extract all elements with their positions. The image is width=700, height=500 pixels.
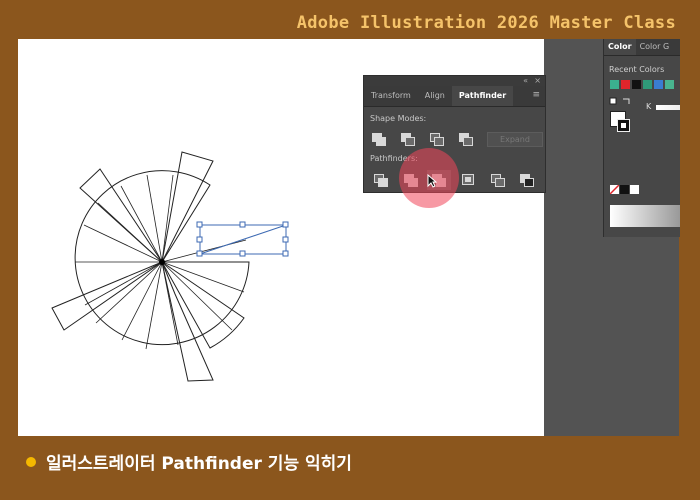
tab-pathfinder[interactable]: Pathfinder — [451, 86, 514, 106]
unite-button[interactable] — [372, 133, 388, 147]
none-color-icon[interactable] — [610, 185, 619, 194]
expand-button[interactable]: Expand — [487, 132, 543, 147]
wedge-large-bottom-right — [161, 261, 245, 349]
color-spectrum[interactable] — [610, 205, 680, 227]
intersect-button[interactable] — [430, 133, 446, 147]
color-panel-tabs: Color Color G — [604, 39, 680, 56]
bullet-icon — [26, 456, 36, 467]
center-point — [159, 259, 165, 265]
outline-button[interactable] — [491, 174, 507, 188]
recent-swatch[interactable] — [643, 80, 652, 89]
wedge-left — [51, 261, 163, 331]
k-channel-label: K — [646, 102, 652, 111]
white-swatch[interactable] — [630, 185, 639, 194]
recent-swatch[interactable] — [610, 80, 619, 89]
recent-swatch[interactable] — [621, 80, 630, 89]
footer-caption: 일러스트레이터 Pathfinder 기능 익히기 — [26, 449, 352, 474]
tab-transform[interactable]: Transform — [364, 86, 418, 106]
recent-swatch[interactable] — [654, 80, 663, 89]
panel-menu-icon[interactable]: ≡ — [532, 90, 540, 100]
shape-modes-label: Shape Modes: — [370, 114, 427, 123]
tab-color[interactable]: Color — [604, 39, 636, 55]
divide-button[interactable] — [374, 174, 390, 188]
tab-align[interactable]: Align — [418, 86, 452, 106]
k-slider[interactable] — [656, 105, 680, 110]
recent-colors-label: Recent Colors — [609, 65, 665, 74]
selected-rectangle — [196, 221, 289, 257]
color-panel: Color Color G Recent Colors K — [603, 39, 680, 237]
black-swatch[interactable] — [620, 185, 629, 194]
close-icon[interactable]: × — [534, 76, 541, 86]
recent-swatch[interactable] — [632, 80, 641, 89]
exclude-button[interactable] — [459, 133, 475, 147]
caption-text: 일러스트레이터 Pathfinder 기능 익히기 — [46, 454, 352, 474]
wedge-top — [161, 151, 214, 263]
tab-color-guide[interactable]: Color G — [636, 39, 674, 55]
panel-titlebar[interactable]: « × — [364, 76, 545, 86]
swap-fill-stroke-icon[interactable] — [609, 97, 633, 107]
collapse-icon[interactable]: « — [523, 76, 528, 86]
arrow-cursor-icon — [427, 174, 437, 188]
recent-swatch[interactable] — [665, 80, 674, 89]
wedge-upper-left — [79, 168, 163, 263]
stroke-color-box[interactable] — [617, 119, 630, 132]
radial-wedges — [51, 151, 250, 382]
crop-button[interactable] — [462, 174, 478, 188]
artwork-canvas[interactable] — [0, 0, 700, 500]
panel-tabs: Transform Align Pathfinder ≡ — [364, 86, 545, 107]
minus-front-button[interactable] — [401, 133, 417, 147]
minus-back-button[interactable] — [520, 174, 536, 188]
